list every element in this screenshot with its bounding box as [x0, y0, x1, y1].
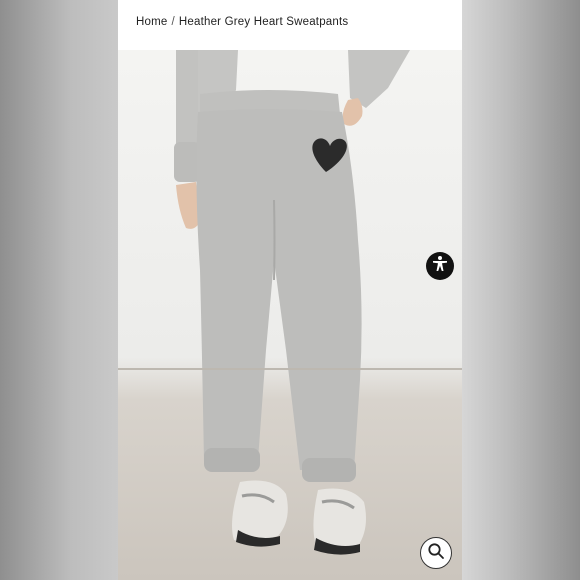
- product-panel: Home / Heather Grey Heart Sweatpants: [118, 0, 462, 580]
- breadcrumb: Home / Heather Grey Heart Sweatpants: [136, 16, 348, 28]
- accessibility-icon: [430, 254, 450, 279]
- breadcrumb-separator: /: [171, 16, 175, 28]
- floor-line: [118, 368, 462, 370]
- header: Home / Heather Grey Heart Sweatpants: [118, 0, 462, 50]
- left-background: [0, 0, 118, 580]
- right-background: [462, 0, 580, 580]
- product-image[interactable]: [118, 50, 462, 580]
- product-photo-illustration: [174, 50, 410, 555]
- breadcrumb-home-link[interactable]: Home: [136, 16, 167, 28]
- zoom-button[interactable]: [420, 537, 452, 569]
- magnifier-icon: [427, 542, 445, 565]
- accessibility-button[interactable]: [426, 252, 454, 280]
- breadcrumb-current: Heather Grey Heart Sweatpants: [178, 16, 349, 28]
